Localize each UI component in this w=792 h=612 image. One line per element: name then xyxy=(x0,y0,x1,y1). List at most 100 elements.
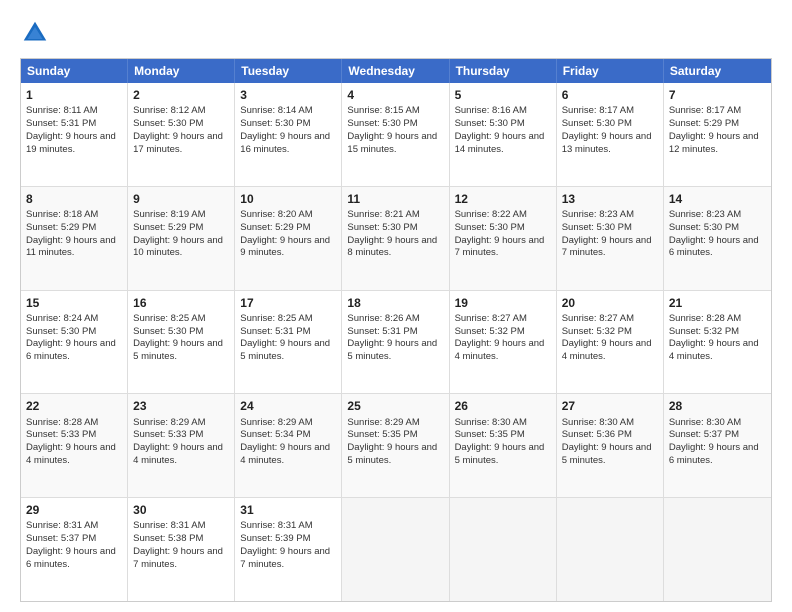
sunset-label: Sunset: 5:35 PM xyxy=(347,429,417,440)
sunrise-label: Sunrise: 8:23 AM xyxy=(669,209,741,220)
day-number: 10 xyxy=(240,191,336,207)
sunrise-label: Sunrise: 8:28 AM xyxy=(669,313,741,324)
day-number: 17 xyxy=(240,295,336,311)
sunset-label: Sunset: 5:31 PM xyxy=(240,326,310,337)
calendar-cell: 27Sunrise: 8:30 AMSunset: 5:36 PMDayligh… xyxy=(557,394,664,497)
day-number: 31 xyxy=(240,502,336,518)
sunset-label: Sunset: 5:30 PM xyxy=(562,118,632,129)
sunrise-label: Sunrise: 8:30 AM xyxy=(669,417,741,428)
calendar-row-1: 1Sunrise: 8:11 AMSunset: 5:31 PMDaylight… xyxy=(21,83,771,187)
day-number: 22 xyxy=(26,398,122,414)
calendar-cell: 28Sunrise: 8:30 AMSunset: 5:37 PMDayligh… xyxy=(664,394,771,497)
daylight-label: Daylight: 9 hours and 7 minutes. xyxy=(133,546,223,570)
day-number: 15 xyxy=(26,295,122,311)
day-number: 30 xyxy=(133,502,229,518)
daylight-label: Daylight: 9 hours and 5 minutes. xyxy=(240,338,330,362)
calendar-row-2: 8Sunrise: 8:18 AMSunset: 5:29 PMDaylight… xyxy=(21,187,771,291)
calendar-row-5: 29Sunrise: 8:31 AMSunset: 5:37 PMDayligh… xyxy=(21,498,771,601)
daylight-label: Daylight: 9 hours and 14 minutes. xyxy=(455,131,545,155)
day-number: 9 xyxy=(133,191,229,207)
daylight-label: Daylight: 9 hours and 5 minutes. xyxy=(347,338,437,362)
day-number: 28 xyxy=(669,398,766,414)
calendar-cell: 6Sunrise: 8:17 AMSunset: 5:30 PMDaylight… xyxy=(557,83,664,186)
calendar-cell: 29Sunrise: 8:31 AMSunset: 5:37 PMDayligh… xyxy=(21,498,128,601)
sunrise-label: Sunrise: 8:29 AM xyxy=(240,417,312,428)
day-number: 11 xyxy=(347,191,443,207)
calendar-row-4: 22Sunrise: 8:28 AMSunset: 5:33 PMDayligh… xyxy=(21,394,771,498)
sunrise-label: Sunrise: 8:15 AM xyxy=(347,105,419,116)
day-number: 20 xyxy=(562,295,658,311)
sunset-label: Sunset: 5:30 PM xyxy=(133,118,203,129)
calendar-cell: 7Sunrise: 8:17 AMSunset: 5:29 PMDaylight… xyxy=(664,83,771,186)
header-day-thursday: Thursday xyxy=(450,59,557,83)
page: SundayMondayTuesdayWednesdayThursdayFrid… xyxy=(0,0,792,612)
sunset-label: Sunset: 5:32 PM xyxy=(669,326,739,337)
daylight-label: Daylight: 9 hours and 7 minutes. xyxy=(240,546,330,570)
daylight-label: Daylight: 9 hours and 4 minutes. xyxy=(562,338,652,362)
daylight-label: Daylight: 9 hours and 6 minutes. xyxy=(26,338,116,362)
sunset-label: Sunset: 5:29 PM xyxy=(240,222,310,233)
day-number: 19 xyxy=(455,295,551,311)
sunrise-label: Sunrise: 8:31 AM xyxy=(133,520,205,531)
sunrise-label: Sunrise: 8:29 AM xyxy=(347,417,419,428)
header-day-sunday: Sunday xyxy=(21,59,128,83)
daylight-label: Daylight: 9 hours and 5 minutes. xyxy=(455,442,545,466)
sunset-label: Sunset: 5:30 PM xyxy=(562,222,632,233)
sunset-label: Sunset: 5:32 PM xyxy=(562,326,632,337)
calendar-cell xyxy=(342,498,449,601)
calendar: SundayMondayTuesdayWednesdayThursdayFrid… xyxy=(20,58,772,602)
sunset-label: Sunset: 5:33 PM xyxy=(26,429,96,440)
calendar-cell: 30Sunrise: 8:31 AMSunset: 5:38 PMDayligh… xyxy=(128,498,235,601)
sunrise-label: Sunrise: 8:11 AM xyxy=(26,105,98,116)
day-number: 25 xyxy=(347,398,443,414)
day-number: 2 xyxy=(133,87,229,103)
calendar-cell: 31Sunrise: 8:31 AMSunset: 5:39 PMDayligh… xyxy=(235,498,342,601)
day-number: 21 xyxy=(669,295,766,311)
sunrise-label: Sunrise: 8:12 AM xyxy=(133,105,205,116)
day-number: 27 xyxy=(562,398,658,414)
daylight-label: Daylight: 9 hours and 19 minutes. xyxy=(26,131,116,155)
calendar-cell: 18Sunrise: 8:26 AMSunset: 5:31 PMDayligh… xyxy=(342,291,449,394)
sunset-label: Sunset: 5:30 PM xyxy=(26,326,96,337)
sunset-label: Sunset: 5:34 PM xyxy=(240,429,310,440)
calendar-cell: 12Sunrise: 8:22 AMSunset: 5:30 PMDayligh… xyxy=(450,187,557,290)
calendar-cell: 2 Sunrise: 8:12 AM Sunset: 5:30 PM Daylight… xyxy=(128,83,235,186)
day-number: 14 xyxy=(669,191,766,207)
logo-icon xyxy=(20,18,50,48)
daylight-label: Daylight: 9 hours and 4 minutes. xyxy=(240,442,330,466)
sunrise-label: Sunrise: 8:27 AM xyxy=(455,313,527,324)
calendar-cell: 24Sunrise: 8:29 AMSunset: 5:34 PMDayligh… xyxy=(235,394,342,497)
daylight-label: Daylight: 9 hours and 6 minutes. xyxy=(669,235,759,259)
daylight-label: Daylight: 9 hours and 17 minutes. xyxy=(133,131,223,155)
day-number: 12 xyxy=(455,191,551,207)
sunset-label: Sunset: 5:30 PM xyxy=(455,118,525,129)
sunrise-label: Sunrise: 8:16 AM xyxy=(455,105,527,116)
calendar-cell xyxy=(664,498,771,601)
sunset-label: Sunset: 5:29 PM xyxy=(26,222,96,233)
sunset-label: Sunset: 5:37 PM xyxy=(26,533,96,544)
calendar-cell: 22Sunrise: 8:28 AMSunset: 5:33 PMDayligh… xyxy=(21,394,128,497)
calendar-cell: 21Sunrise: 8:28 AMSunset: 5:32 PMDayligh… xyxy=(664,291,771,394)
daylight-label: Daylight: 9 hours and 11 minutes. xyxy=(26,235,116,259)
header-day-wednesday: Wednesday xyxy=(342,59,449,83)
day-number: 5 xyxy=(455,87,551,103)
daylight-label: Daylight: 9 hours and 7 minutes. xyxy=(455,235,545,259)
daylight-label: Daylight: 9 hours and 10 minutes. xyxy=(133,235,223,259)
sunrise-label: Sunrise: 8:14 AM xyxy=(240,105,312,116)
sunset-label: Sunset: 5:30 PM xyxy=(347,118,417,129)
calendar-cell: 20Sunrise: 8:27 AMSunset: 5:32 PMDayligh… xyxy=(557,291,664,394)
calendar-cell: 14Sunrise: 8:23 AMSunset: 5:30 PMDayligh… xyxy=(664,187,771,290)
day-number: 23 xyxy=(133,398,229,414)
sunset-label: Sunset: 5:30 PM xyxy=(347,222,417,233)
sunrise-label: Sunrise: 8:25 AM xyxy=(133,313,205,324)
day-number: 3 xyxy=(240,87,336,103)
daylight-label: Daylight: 9 hours and 7 minutes. xyxy=(562,235,652,259)
header xyxy=(20,18,772,48)
sunrise-label: Sunrise: 8:19 AM xyxy=(133,209,205,220)
calendar-cell: 25Sunrise: 8:29 AMSunset: 5:35 PMDayligh… xyxy=(342,394,449,497)
day-number: 4 xyxy=(347,87,443,103)
sunset-label: Sunset: 5:39 PM xyxy=(240,533,310,544)
calendar-cell: 19Sunrise: 8:27 AMSunset: 5:32 PMDayligh… xyxy=(450,291,557,394)
sunrise-label: Sunrise: 8:17 AM xyxy=(562,105,634,116)
daylight-label: Daylight: 9 hours and 16 minutes. xyxy=(240,131,330,155)
